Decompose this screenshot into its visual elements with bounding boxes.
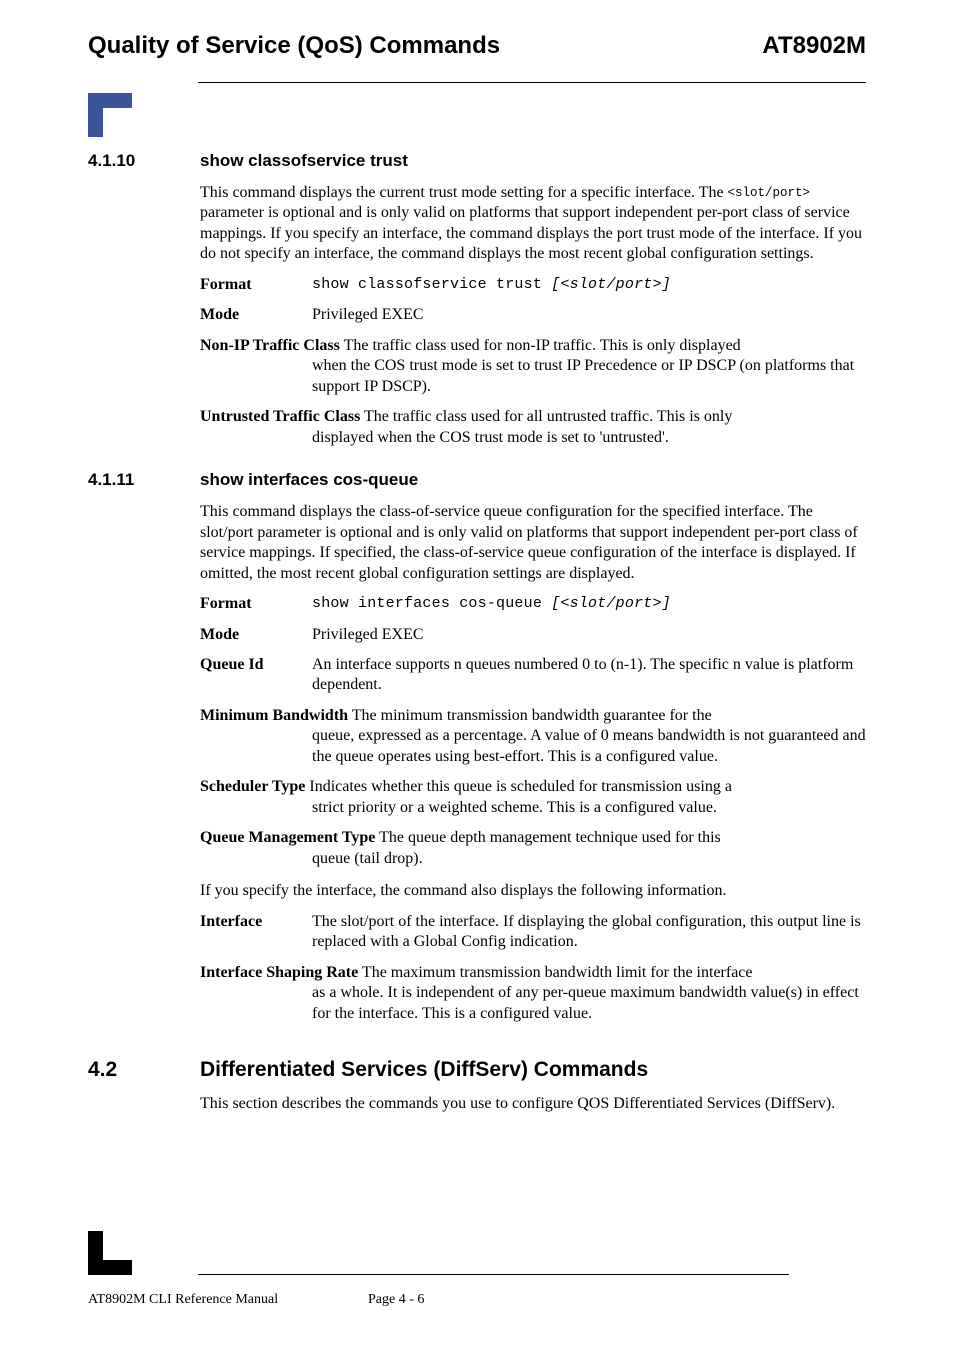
interface-note: If you specify the interface, the comman… (200, 881, 866, 901)
queue-id-value: An interface supports n queues numbered … (312, 655, 866, 696)
section-title: show classofservice trust (200, 151, 408, 171)
queue-id-row: Queue Id An interface supports n queues … (200, 655, 866, 696)
scheduler-type: Scheduler Type Indicates whether this qu… (200, 777, 866, 818)
section-description: This command displays the current trust … (200, 183, 866, 265)
section-heading: 4.1.11 show interfaces cos-queue (88, 470, 866, 490)
format-value: show classofservice trust [<slot/port>] (312, 275, 866, 295)
section-description: This command displays the class-of-servi… (200, 502, 866, 584)
format-label: Format (200, 594, 312, 614)
section-number: 4.2 (88, 1058, 200, 1082)
section-number: 4.1.11 (88, 470, 200, 490)
mode-label: Mode (200, 625, 312, 645)
nonip-traffic-class: Non-IP Traffic Class The traffic class u… (200, 336, 866, 397)
mode-row: Mode Privileged EXEC (200, 625, 866, 645)
mode-row: Mode Privileged EXEC (200, 305, 866, 325)
section-title: show interfaces cos-queue (200, 470, 418, 490)
corner-ornament-top (88, 93, 866, 137)
header-rule (198, 82, 866, 83)
format-row: Format show classofservice trust [<slot/… (200, 275, 866, 295)
header-left: Quality of Service (QoS) Commands (88, 32, 500, 60)
queue-id-label: Queue Id (200, 655, 312, 696)
slot-port-param: <slot/port> (728, 186, 811, 200)
header-right: AT8902M (762, 32, 866, 60)
footer-page-number: Page 4 - 6 (368, 1292, 424, 1308)
interface-shaping-rate: Interface Shaping Rate The maximum trans… (200, 963, 866, 1024)
section-heading: 4.1.10 show classofservice trust (88, 151, 866, 171)
interface-row: Interface The slot/port of the interface… (200, 912, 866, 953)
mode-value: Privileged EXEC (312, 305, 866, 325)
format-row: Format show interfaces cos-queue [<slot/… (200, 594, 866, 614)
format-label: Format (200, 275, 312, 295)
interface-value: The slot/port of the interface. If displ… (312, 912, 866, 953)
section-heading: 4.2 Differentiated Services (DiffServ) C… (88, 1058, 866, 1082)
format-value: show interfaces cos-queue [<slot/port>] (312, 594, 866, 614)
section-description: This section describes the commands you … (200, 1094, 866, 1114)
queue-management-type: Queue Management Type The queue depth ma… (200, 828, 866, 869)
footer-manual-name: AT8902M CLI Reference Manual (88, 1292, 278, 1308)
footer-rule (198, 1274, 789, 1275)
untrusted-traffic-class: Untrusted Traffic Class The traffic clas… (200, 407, 866, 448)
page-header: Quality of Service (QoS) Commands AT8902… (88, 32, 866, 60)
corner-ornament-bottom (88, 1231, 132, 1275)
section-number: 4.1.10 (88, 151, 200, 171)
interface-label: Interface (200, 912, 312, 953)
section-title: Differentiated Services (DiffServ) Comma… (200, 1058, 648, 1082)
minimum-bandwidth: Minimum Bandwidth The minimum transmissi… (200, 706, 866, 767)
mode-value: Privileged EXEC (312, 625, 866, 645)
mode-label: Mode (200, 305, 312, 325)
